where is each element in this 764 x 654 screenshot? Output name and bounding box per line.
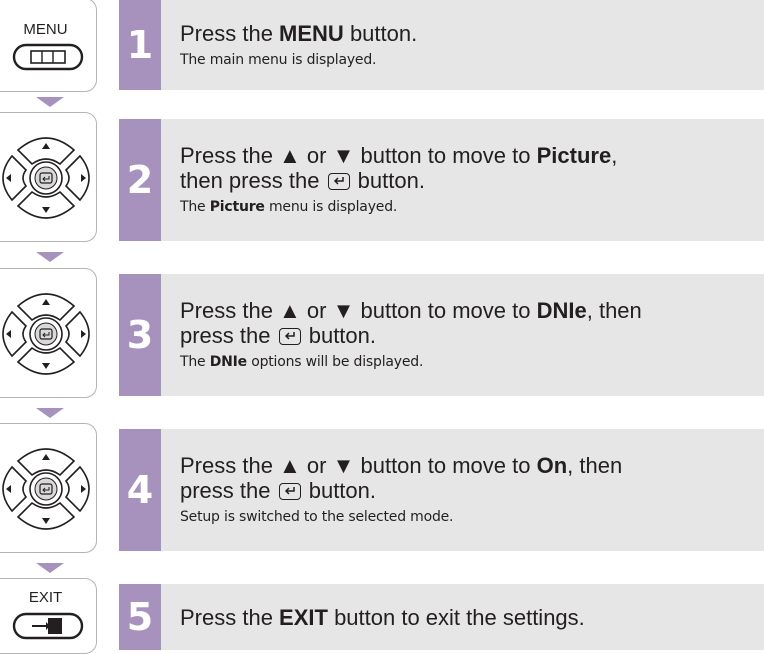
step-2: 2 Press the ▲ or ▼ button to move to Pic… bbox=[119, 119, 764, 241]
step-number: 2 bbox=[119, 119, 161, 241]
exit-key-icon bbox=[12, 612, 84, 640]
step-result: The DNIe options will be displayed. bbox=[180, 354, 424, 370]
down-arrow-icon bbox=[36, 408, 64, 418]
step-4: 4 Press the ▲ or ▼ button to move to On,… bbox=[119, 429, 764, 551]
menu-key-icon bbox=[12, 43, 84, 71]
step-result: Setup is switched to the selected mode. bbox=[180, 509, 454, 525]
step-number: 5 bbox=[119, 584, 161, 650]
step-number: 3 bbox=[119, 274, 161, 396]
step-number: 1 bbox=[119, 0, 161, 90]
dpad-illustration bbox=[0, 268, 97, 398]
dpad-illustration bbox=[0, 423, 97, 553]
step-instruction: Press the ▲ or ▼ button to move to On, t… bbox=[180, 453, 623, 503]
menu-label: MENU bbox=[23, 21, 68, 38]
down-arrow-icon bbox=[36, 252, 64, 262]
enter-key-icon bbox=[327, 173, 350, 190]
step-result: The main menu is displayed. bbox=[180, 51, 377, 68]
down-arrow-icon bbox=[36, 97, 64, 107]
step-instruction: Press the ▲ or ▼ button to move to Pictu… bbox=[180, 143, 618, 193]
step-5: 5 Press the EXIT button to exit the sett… bbox=[119, 584, 764, 650]
enter-key-icon bbox=[278, 328, 301, 345]
down-arrow-icon bbox=[36, 563, 64, 573]
menu-button-illustration: MENU bbox=[0, 0, 97, 92]
dpad-icon bbox=[2, 293, 90, 375]
dpad-icon bbox=[2, 137, 90, 219]
step-instruction: Press the ▲ or ▼ button to move to DNIe,… bbox=[180, 298, 642, 348]
step-instruction: Press the EXIT button to exit the settin… bbox=[180, 604, 585, 630]
step-number: 4 bbox=[119, 429, 161, 551]
enter-key-icon bbox=[278, 483, 301, 500]
dpad-icon bbox=[2, 448, 90, 530]
step-result: The Picture menu is displayed. bbox=[180, 199, 398, 215]
exit-button-illustration: EXIT bbox=[0, 578, 97, 654]
exit-label: EXIT bbox=[28, 589, 63, 606]
step-3: 3 Press the ▲ or ▼ button to move to DNI… bbox=[119, 274, 764, 396]
step-1: 1 Press the MENU button. The main menu i… bbox=[119, 0, 764, 90]
step-instruction: Press the MENU button. bbox=[180, 20, 418, 46]
dpad-illustration bbox=[0, 112, 97, 242]
